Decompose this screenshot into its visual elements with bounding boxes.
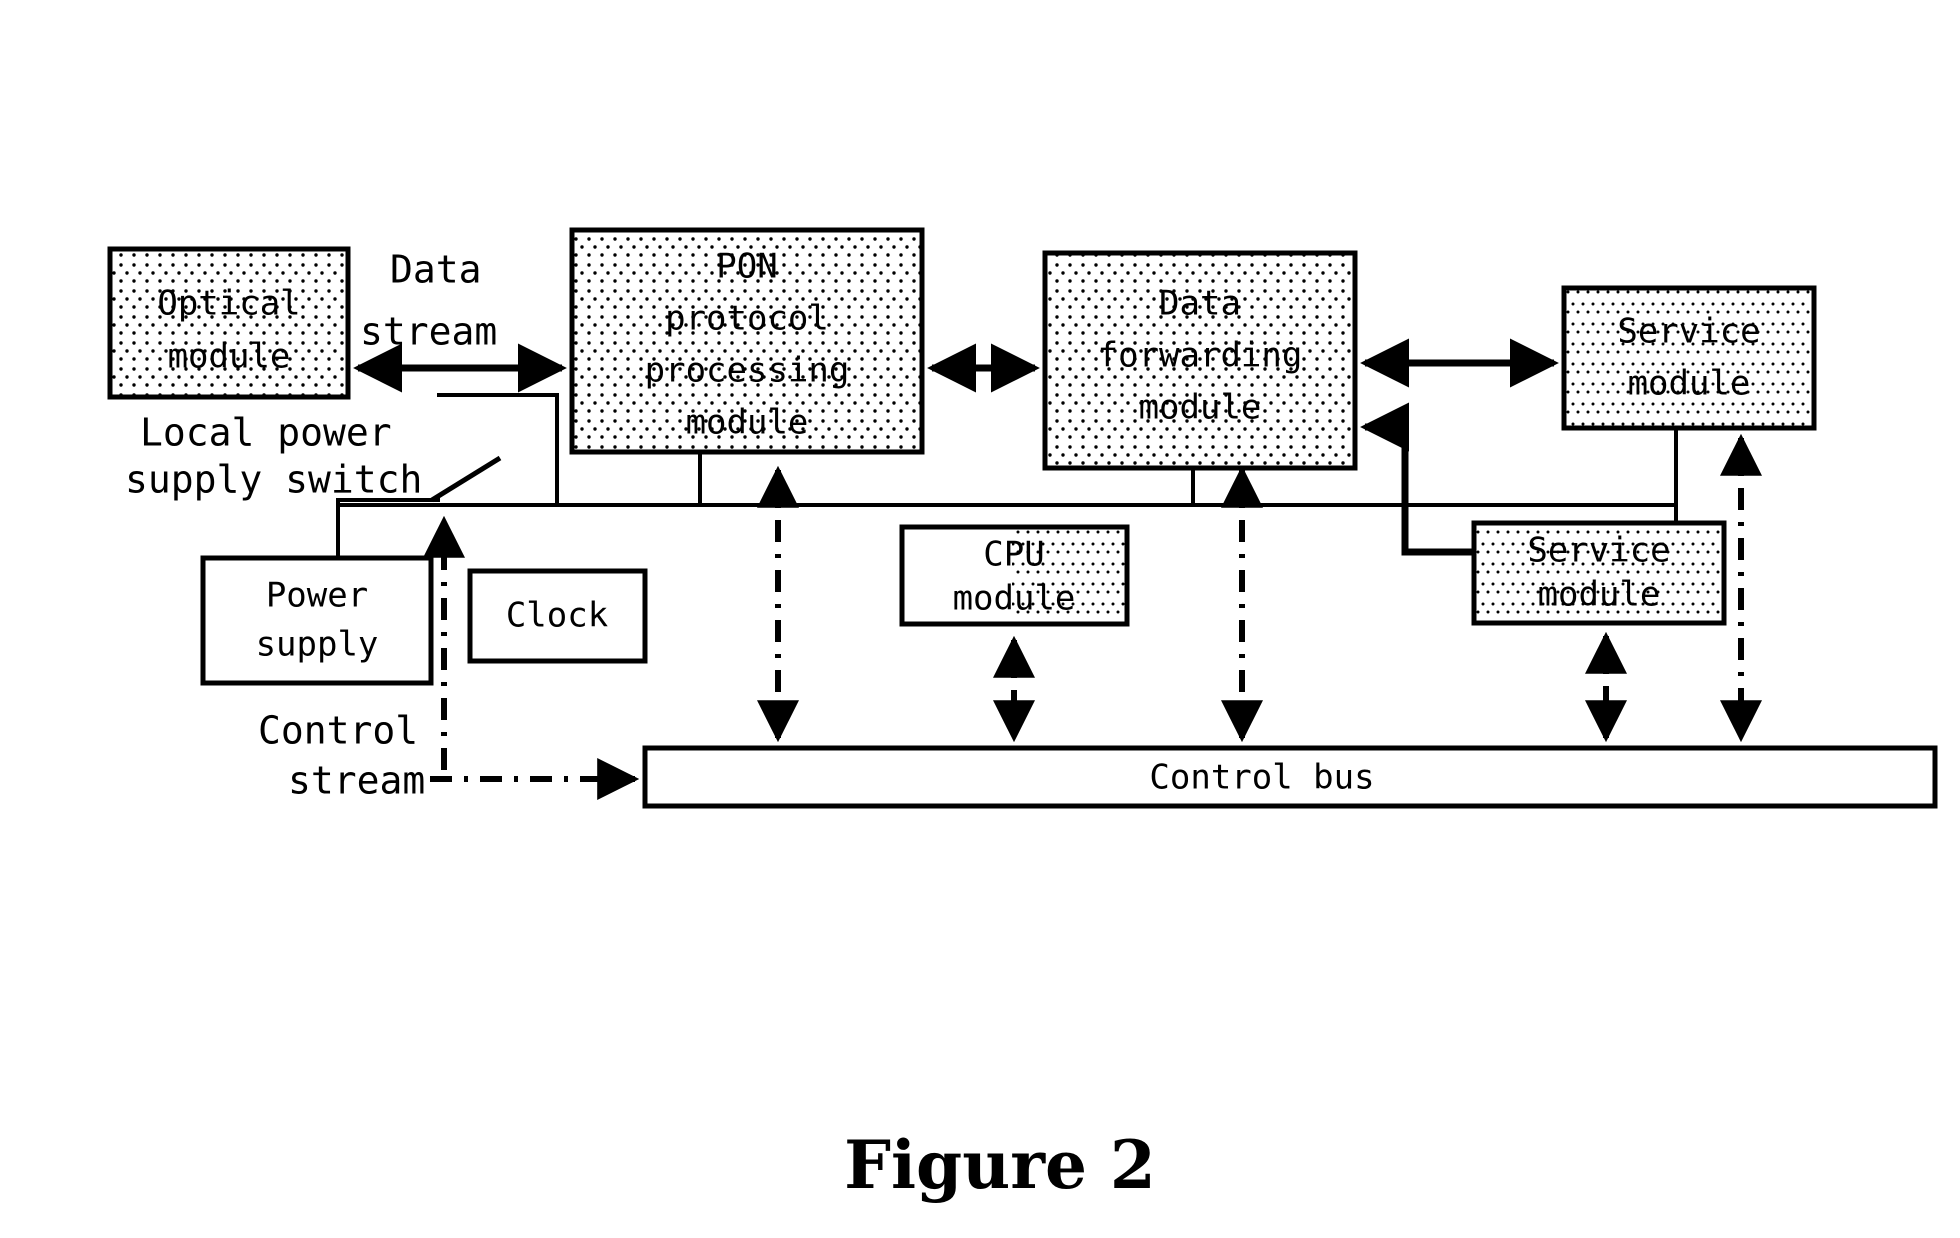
cpu-module-label-line2: module [953, 579, 1076, 619]
pon-module-label-line3: processing [645, 351, 850, 391]
optical-module-label-line2: module [168, 337, 291, 377]
control-bus-label: Control bus [1149, 758, 1374, 798]
service-module-top-label-line2: module [1628, 364, 1751, 404]
power-supply-label-line2: supply [256, 625, 379, 665]
annotation-local-power-supply-switch: Local power supply switch [125, 411, 422, 502]
arrow-service-bottom-to-data-forwarding [1360, 402, 1474, 556]
box-service-module-bottom: Service module [1471, 520, 1727, 626]
control-stream-label-line2: stream [288, 759, 425, 803]
box-optical-module: Optical module [107, 246, 351, 400]
service-module-top-label-line1: Service [1617, 312, 1760, 352]
service-module-bottom-label-line1: Service [1527, 531, 1670, 571]
box-power-supply: Power supply [200, 555, 434, 686]
box-cpu-module: CPU module [899, 524, 1130, 627]
local-power-switch-label-line1: Local power [140, 411, 392, 455]
local-power-switch-label-line2: supply switch [125, 458, 422, 502]
power-supply-label-line1: Power [266, 576, 368, 616]
data-stream-label-line1: Data [390, 248, 482, 292]
pon-module-label-line1: PON [716, 247, 777, 287]
annotation-data-stream: Data stream [360, 248, 497, 354]
data-stream-label-line2: stream [360, 310, 497, 354]
box-data-forwarding-module: Data forwarding module [1042, 250, 1358, 471]
block-diagram-svg: Optical module PON protocol processing m… [107, 227, 1938, 1204]
data-forwarding-label-line2: forwarding [1098, 336, 1303, 376]
service-module-bottom-label-line2: module [1538, 575, 1661, 615]
power-switch-arm [430, 455, 502, 503]
pon-module-label-line2: protocol [665, 299, 829, 339]
box-clock: Clock [467, 568, 648, 664]
control-stream-label-line1: Control [258, 709, 418, 753]
power-line-supply-to-switch [336, 498, 440, 558]
box-control-bus: Control bus [642, 745, 1938, 809]
annotation-control-stream: Control stream [258, 709, 425, 803]
pon-module-label-line4: module [686, 403, 809, 443]
data-forwarding-label-line3: module [1139, 388, 1262, 428]
box-pon-protocol-processing-module: PON protocol processing module [569, 227, 925, 455]
figure-canvas: Optical module PON protocol processing m… [0, 0, 1960, 1238]
optical-module-label-line1: Optical [157, 284, 300, 324]
cpu-module-label-line1: CPU [983, 535, 1044, 575]
data-forwarding-label-line1: Data [1159, 284, 1241, 324]
figure-caption: Figure 2 [844, 1126, 1156, 1204]
box-service-module-top: Service module [1561, 285, 1817, 431]
clock-label: Clock [506, 596, 608, 636]
